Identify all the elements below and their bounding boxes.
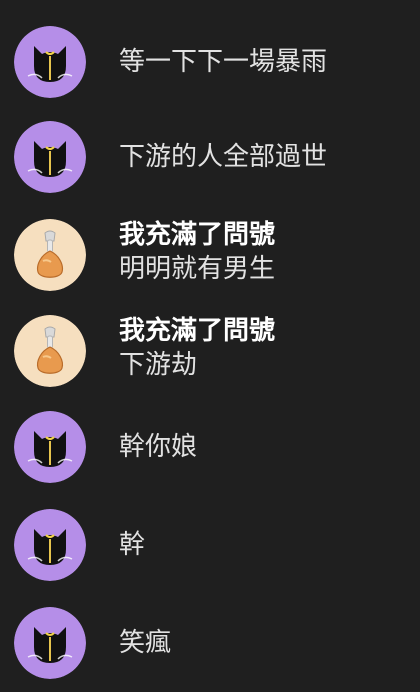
cat-icon bbox=[14, 607, 86, 679]
message-text: 明明就有男生 bbox=[119, 254, 276, 284]
message-item[interactable]: 我充滿了問號 明明就有男生 bbox=[0, 210, 420, 300]
chicken-leg-icon bbox=[14, 219, 86, 291]
avatar[interactable] bbox=[14, 315, 86, 387]
message-text: 下游的人全部過世 bbox=[119, 142, 328, 172]
chicken-leg-icon bbox=[14, 315, 86, 387]
cat-icon bbox=[14, 121, 86, 193]
message-item[interactable]: 等一下下一場暴雨 bbox=[0, 17, 420, 107]
message-item[interactable]: 幹 bbox=[0, 500, 420, 590]
message-item[interactable]: 下游的人全部過世 bbox=[0, 112, 420, 202]
cat-icon bbox=[14, 411, 86, 483]
message-item[interactable]: 幹你娘 bbox=[0, 402, 420, 492]
sender-name: 我充滿了問號 bbox=[119, 220, 276, 250]
avatar[interactable] bbox=[14, 509, 86, 581]
message-text: 下游劫 bbox=[119, 350, 198, 380]
message-text: 幹你娘 bbox=[119, 432, 198, 462]
message-text: 笑瘋 bbox=[119, 628, 172, 658]
avatar[interactable] bbox=[14, 219, 86, 291]
cat-icon bbox=[14, 509, 86, 581]
sender-name: 我充滿了問號 bbox=[119, 316, 276, 346]
message-text: 幹 bbox=[119, 530, 146, 560]
avatar[interactable] bbox=[14, 121, 86, 193]
avatar[interactable] bbox=[14, 26, 86, 98]
message-text: 等一下下一場暴雨 bbox=[119, 47, 328, 77]
avatar[interactable] bbox=[14, 411, 86, 483]
message-item[interactable]: 我充滿了問號 下游劫 bbox=[0, 306, 420, 396]
message-item[interactable]: 笑瘋 bbox=[0, 598, 420, 688]
avatar[interactable] bbox=[14, 607, 86, 679]
cat-icon bbox=[14, 26, 86, 98]
